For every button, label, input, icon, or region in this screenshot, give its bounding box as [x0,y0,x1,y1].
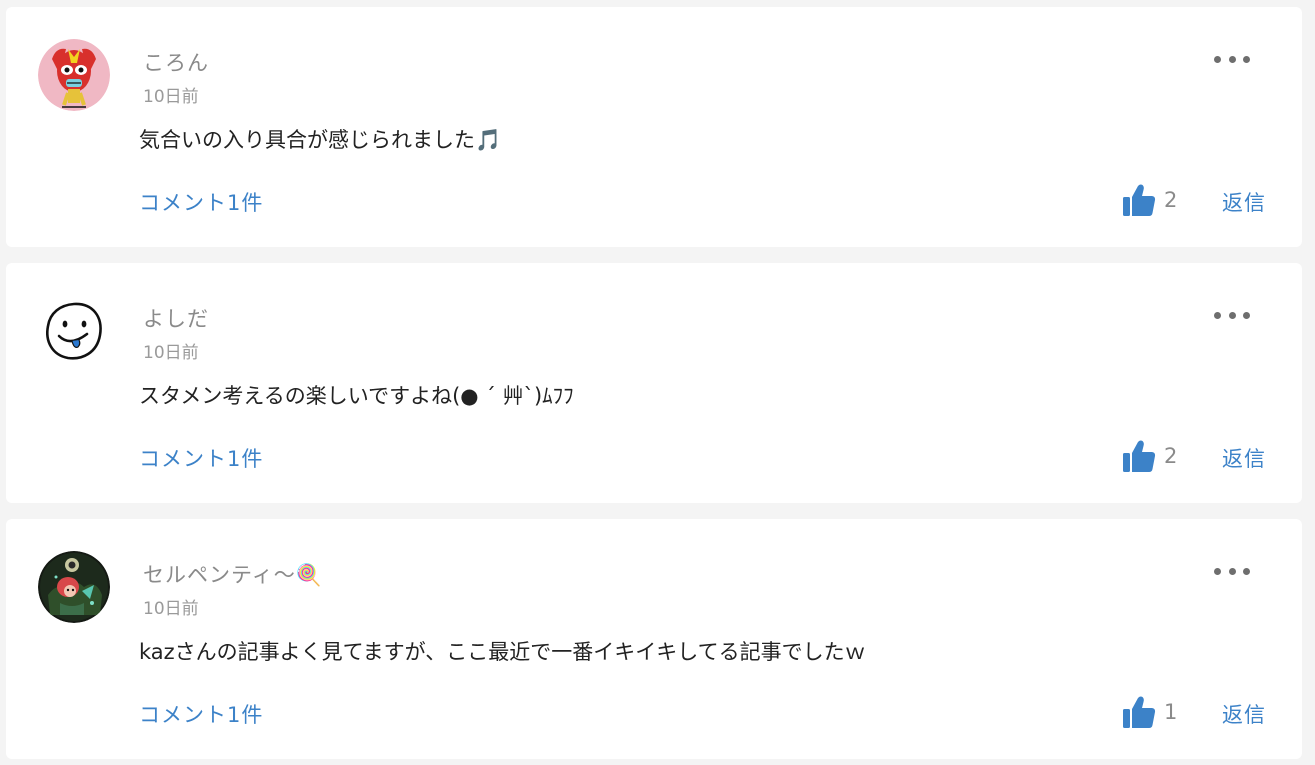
comment-card: ころん 10日前 気合いの入り具合が感じられました🎵 コメント1件 2 返信 [6,7,1302,247]
reply-button[interactable]: 返信 [1222,443,1266,473]
more-options-icon [1214,567,1221,575]
more-options-dot [1243,55,1250,63]
like-count: 2 [1164,444,1178,468]
smiley-face-icon [38,295,110,367]
like-button[interactable]: 2 [1122,439,1177,473]
like-count: 1 [1164,700,1178,724]
more-options-dot [1243,311,1250,319]
view-replies-link[interactable]: コメント1件 [139,187,263,217]
comment-body: スタメン考えるの楽しいですよね(● ´ 艸`)ﾑﾌﾌ [139,384,574,408]
like-count: 2 [1164,188,1178,212]
thumbs-up-icon [1123,440,1156,472]
comment-timestamp: 10日前 [143,343,199,363]
avatar[interactable] [38,295,110,367]
reply-button[interactable]: 返信 [1222,187,1266,217]
more-options-dot [1228,55,1236,63]
view-replies-link[interactable]: コメント1件 [139,699,263,729]
more-options-button[interactable] [1214,51,1250,67]
comment-timestamp: 10日前 [143,599,199,619]
comment-list: ころん 10日前 気合いの入り具合が感じられました🎵 コメント1件 2 返信 よ… [0,0,1315,765]
comment-author[interactable]: ころん [143,47,209,77]
comment-author[interactable]: よしだ [143,303,209,333]
thumbs-up-icon [1123,184,1156,216]
avatar[interactable] [38,39,110,111]
anime-character-icon [38,551,110,623]
like-button[interactable]: 2 [1122,183,1177,217]
more-options-dot [1228,311,1236,319]
comment-body: kazさんの記事よく見てますが、ここ最近で一番イキイキしてる記事でしたｗ [139,640,866,664]
comment-body: 気合いの入り具合が感じられました🎵 [139,128,502,152]
more-options-button[interactable] [1214,307,1250,323]
more-options-button[interactable] [1214,563,1250,579]
comment-timestamp: 10日前 [143,87,199,107]
masked-wrestler-dog-icon [38,39,110,111]
reply-button[interactable]: 返信 [1222,699,1266,729]
more-options-dot [1228,567,1236,575]
like-button[interactable]: 1 [1122,695,1177,729]
more-options-icon [1214,55,1221,63]
more-options-icon [1214,311,1221,319]
comment-card: よしだ 10日前 スタメン考えるの楽しいですよね(● ´ 艸`)ﾑﾌﾌ コメント… [6,263,1302,503]
view-replies-link[interactable]: コメント1件 [139,443,263,473]
more-options-dot [1243,567,1250,575]
comment-card: セルペンティ〜🍭 10日前 kazさんの記事よく見てますが、ここ最近で一番イキイ… [6,519,1302,759]
thumbs-up-icon [1123,696,1156,728]
comment-author[interactable]: セルペンティ〜🍭 [143,559,323,589]
avatar[interactable] [38,551,110,623]
